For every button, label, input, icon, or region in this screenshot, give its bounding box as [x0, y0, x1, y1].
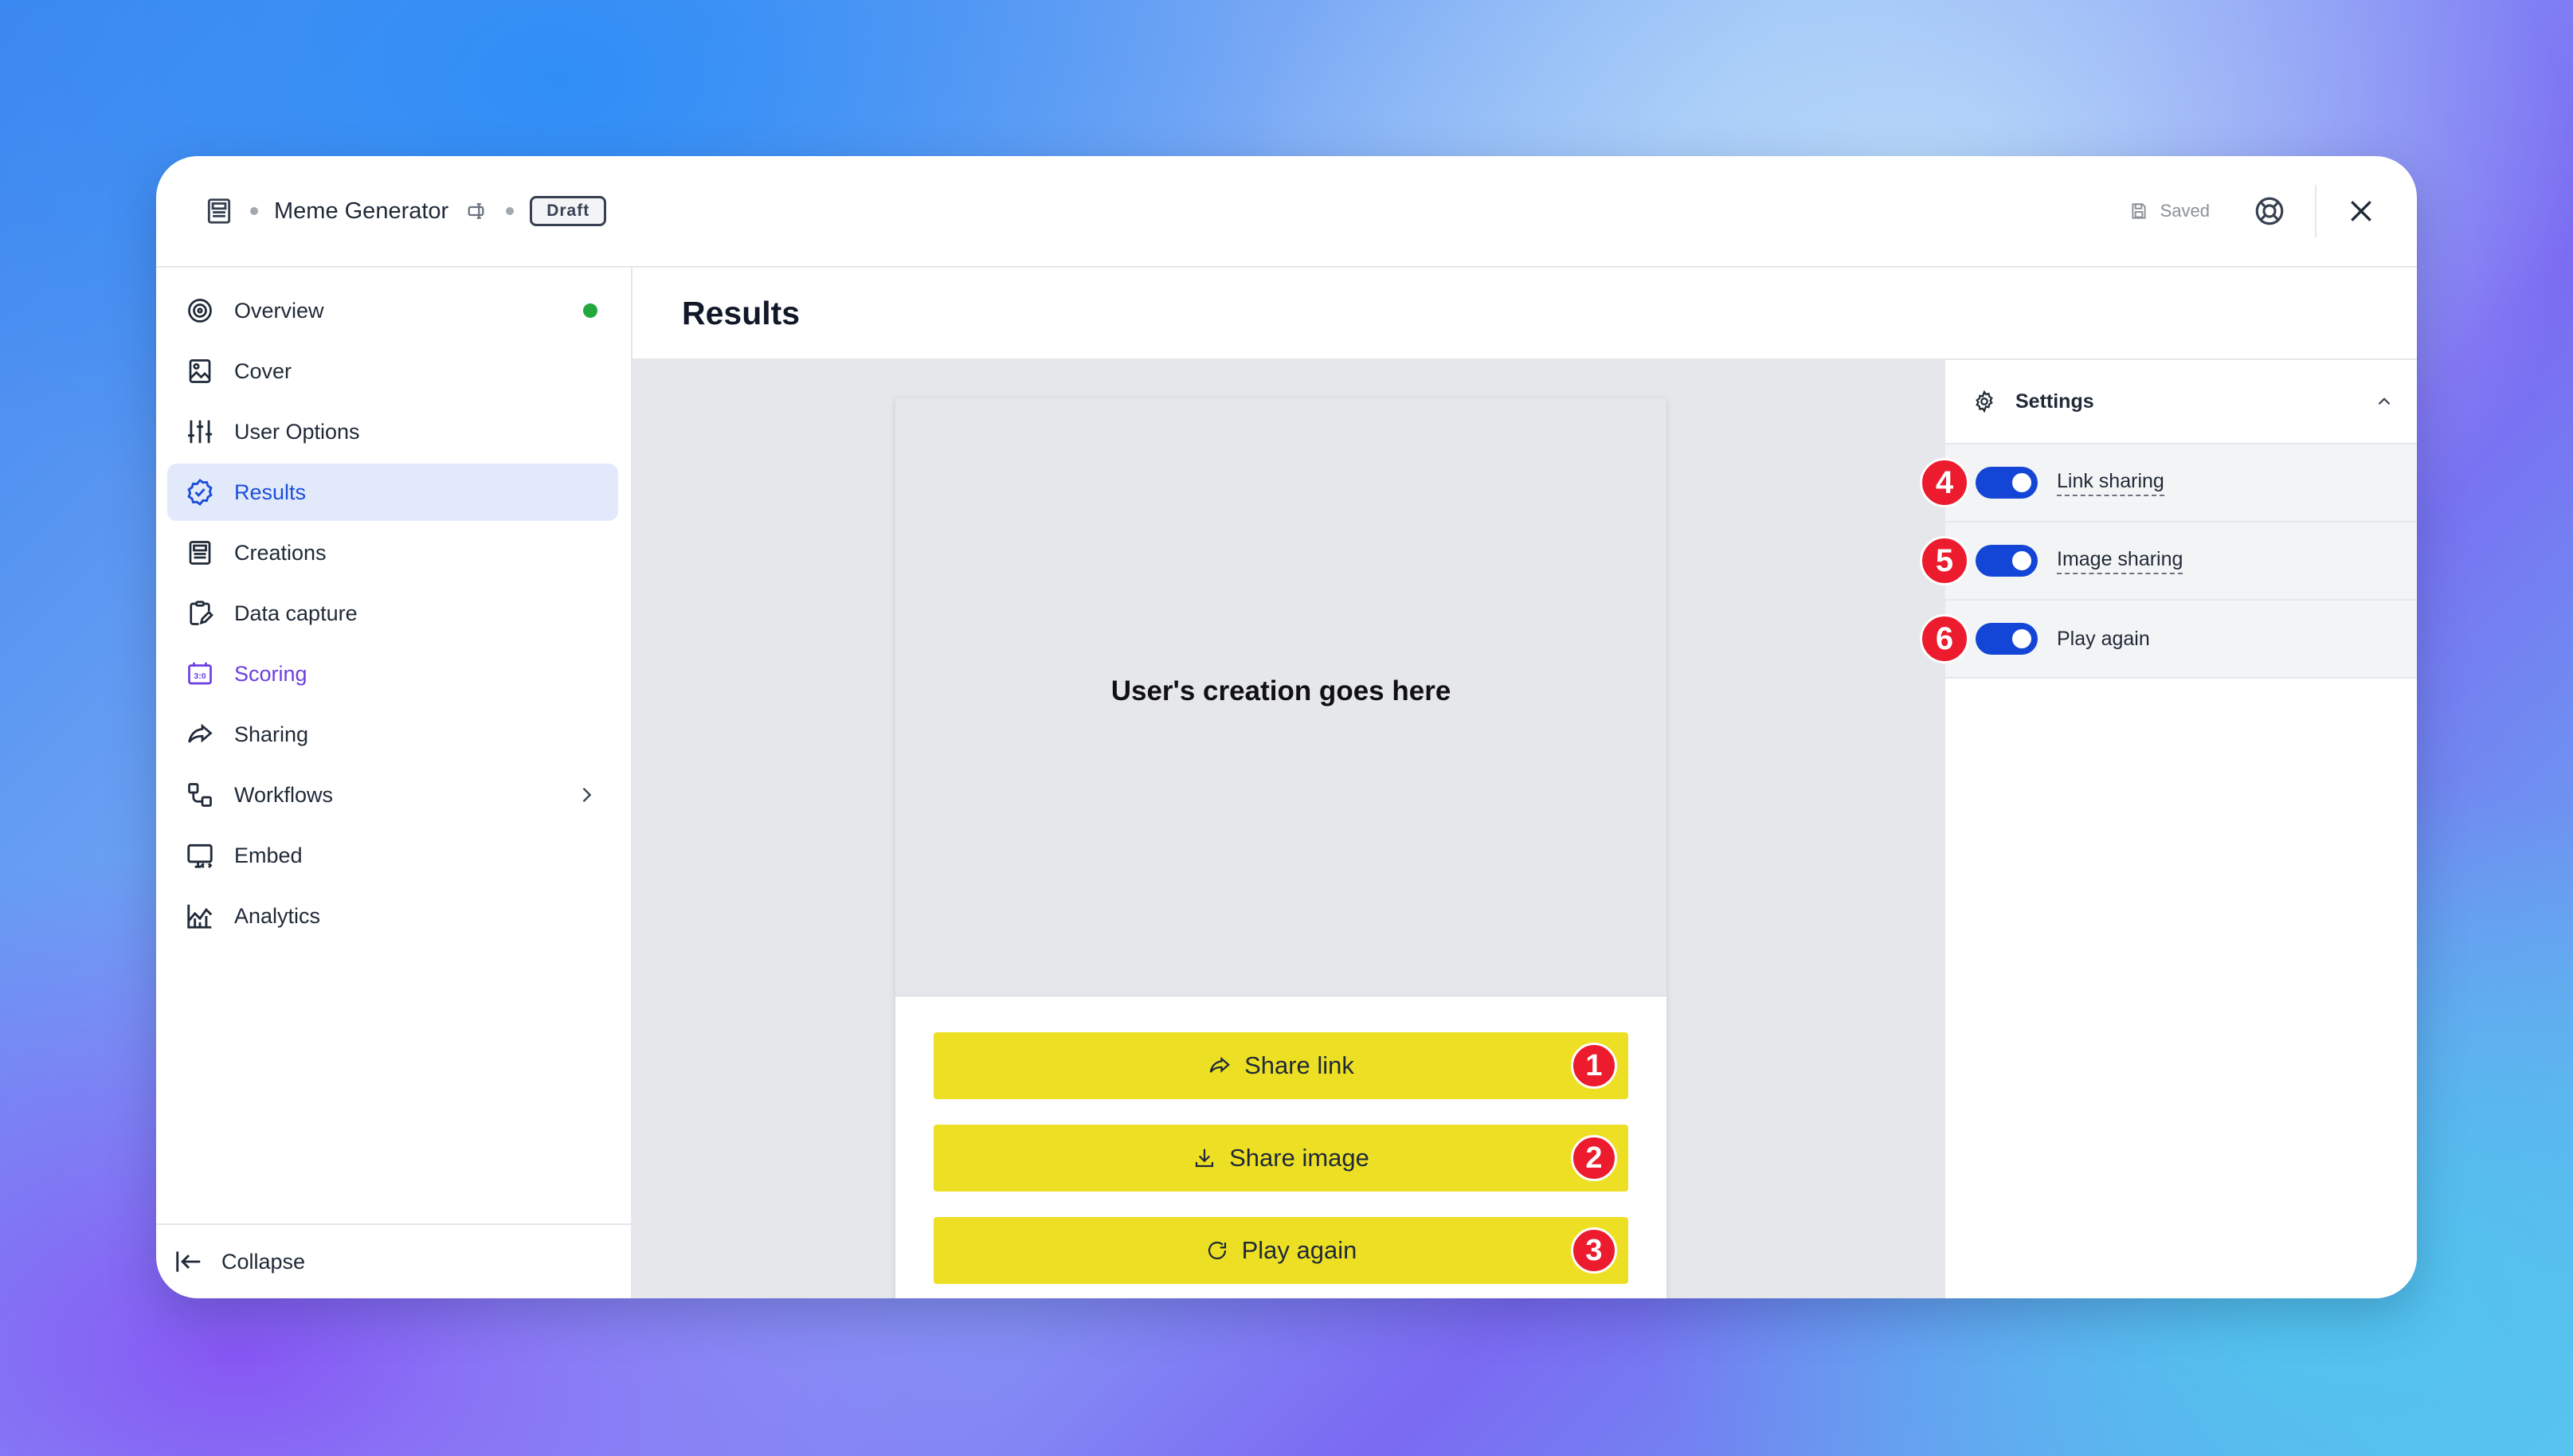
results-preview-card: User's creation goes here Share link 1 S… [895, 398, 1666, 1298]
top-bar: Meme Generator Draft Saved [156, 156, 2417, 268]
sidebar-item-scoring[interactable]: 3:0 Scoring [167, 645, 618, 703]
title-group: Meme Generator Draft [204, 156, 607, 266]
app-window: Meme Generator Draft Saved Overview Cove… [156, 156, 2417, 1298]
sidebar-item-label: Workflows [234, 782, 334, 807]
floppy-icon [2132, 203, 2146, 219]
separator-dot [250, 207, 258, 215]
app-title[interactable]: Meme Generator [274, 198, 448, 225]
sidebar-item-overview[interactable]: Overview [167, 282, 618, 339]
target-icon [183, 294, 217, 327]
scoreboard-icon: 3:0 [183, 657, 217, 691]
top-bar-actions: Saved [2129, 156, 2417, 266]
workflow-icon [183, 778, 217, 812]
sidebar-item-label: Results [234, 479, 307, 504]
callout-badge: 5 [1920, 536, 1969, 585]
sliders-icon [183, 415, 217, 448]
sidebar-item-label: Data capture [234, 601, 358, 625]
share-link-button[interactable]: Share link 1 [934, 1032, 1628, 1099]
rename-icon[interactable] [466, 199, 490, 223]
chevron-up-icon[interactable] [2374, 391, 2395, 412]
link-sharing-toggle[interactable] [1976, 467, 2038, 499]
toggle-knob [2012, 473, 2031, 492]
help-icon[interactable] [2253, 194, 2286, 228]
callout-badge: 6 [1920, 614, 1969, 663]
sidebar-item-creations[interactable]: Creations [167, 524, 618, 581]
setting-image-sharing: 5 Image sharing [1920, 523, 2417, 601]
sidebar-item-cover[interactable]: Cover [167, 342, 618, 400]
chevron-right-icon[interactable] [575, 784, 597, 806]
sidebar-item-label: Embed [234, 843, 303, 867]
collapse-left-icon [174, 1247, 204, 1277]
toggle-knob [2012, 551, 2031, 570]
setting-play-again: 6 Play again [1920, 601, 2417, 679]
settings-header[interactable]: Settings [1945, 360, 2417, 444]
image-sharing-toggle[interactable] [1976, 545, 2038, 577]
saved-label: Saved [2160, 201, 2210, 221]
callout-badge: 4 [1920, 458, 1969, 507]
setting-link-sharing: 4 Link sharing [1920, 444, 2417, 523]
close-icon[interactable] [2345, 195, 2377, 227]
sidebar-item-label: User Options [234, 419, 360, 444]
chart-icon [183, 899, 217, 933]
play-again-button[interactable]: Play again 3 [934, 1217, 1628, 1284]
settings-panel: Settings 4 Link sharing 5 Image sharing … [1920, 360, 2417, 1298]
button-label: Share image [1229, 1144, 1369, 1172]
save-status: Saved [2129, 201, 2210, 221]
sidebar-item-label: Overview [234, 298, 324, 323]
sidebar-item-label: Scoring [234, 661, 307, 686]
gear-icon [1972, 389, 1996, 413]
refresh-icon [1205, 1239, 1229, 1262]
sidebar-item-analytics[interactable]: Analytics [167, 887, 618, 945]
setting-label: Link sharing [2057, 470, 2164, 496]
callout-badge: 3 [1571, 1227, 1617, 1274]
share-arrow-icon [1208, 1054, 1232, 1078]
svg-text:3:0: 3:0 [194, 671, 206, 681]
settings-title: Settings [2015, 389, 2094, 413]
sidebar-item-label: Creations [234, 540, 327, 565]
toggle-knob [2012, 629, 2031, 648]
creation-placeholder-text: User's creation goes here [1110, 675, 1451, 706]
setting-label: Play again [2057, 627, 2150, 650]
separator-dot [506, 207, 515, 215]
sidebar-item-user-options[interactable]: User Options [167, 403, 618, 460]
button-label: Play again [1241, 1236, 1357, 1264]
setting-label: Image sharing [2057, 548, 2183, 574]
sidebar-item-results[interactable]: Results [167, 464, 618, 521]
divider [2315, 185, 2316, 237]
page-header: Results [632, 268, 2417, 360]
callout-badge: 1 [1571, 1043, 1617, 1089]
sidebar-item-data-capture[interactable]: Data capture [167, 585, 618, 642]
download-icon [1193, 1146, 1216, 1170]
share-image-button[interactable]: Share image 2 [934, 1125, 1628, 1192]
sidebar-item-workflows[interactable]: Workflows [167, 766, 618, 824]
sidebar-item-label: Analytics [234, 903, 321, 928]
button-label: Share link [1244, 1051, 1354, 1079]
sidebar-item-sharing[interactable]: Sharing [167, 706, 618, 763]
check-badge-icon [183, 476, 217, 509]
sidebar: Overview Cover User Options Results Crea… [156, 268, 632, 1298]
callout-badge: 2 [1571, 1135, 1617, 1181]
collapse-label: Collapse [221, 1249, 306, 1274]
image-icon [183, 354, 217, 388]
clipboard-edit-icon [183, 597, 217, 630]
newspaper-icon [204, 196, 234, 226]
newspaper-icon [183, 536, 217, 569]
page-title: Results [682, 294, 801, 331]
creation-placeholder: User's creation goes here [895, 398, 1666, 996]
sidebar-item-label: Cover [234, 358, 292, 383]
status-indicator [583, 303, 597, 318]
share-arrow-icon [183, 718, 217, 751]
monitor-code-icon [183, 839, 217, 872]
collapse-button[interactable]: Collapse [156, 1223, 631, 1298]
play-again-toggle[interactable] [1976, 623, 2038, 655]
sidebar-item-embed[interactable]: Embed [167, 827, 618, 884]
sidebar-item-label: Sharing [234, 722, 309, 746]
status-badge: Draft [530, 196, 607, 226]
preview-canvas: User's creation goes here Share link 1 S… [632, 360, 1944, 1298]
